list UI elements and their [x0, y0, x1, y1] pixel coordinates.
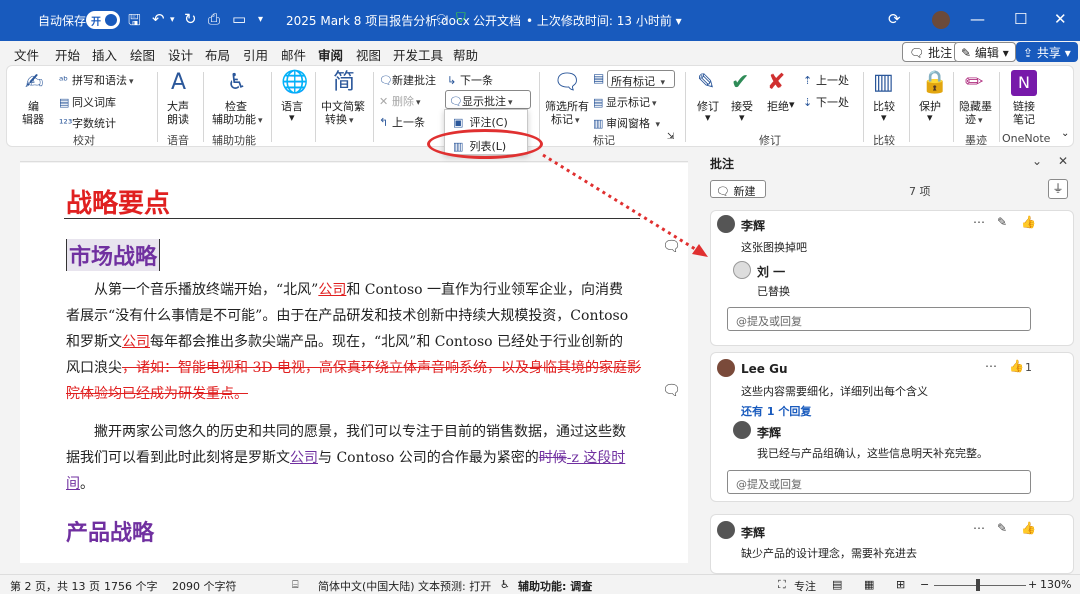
arrow-head	[692, 244, 708, 257]
annotation-arrow	[542, 153, 708, 257]
arrow-line	[542, 153, 701, 254]
